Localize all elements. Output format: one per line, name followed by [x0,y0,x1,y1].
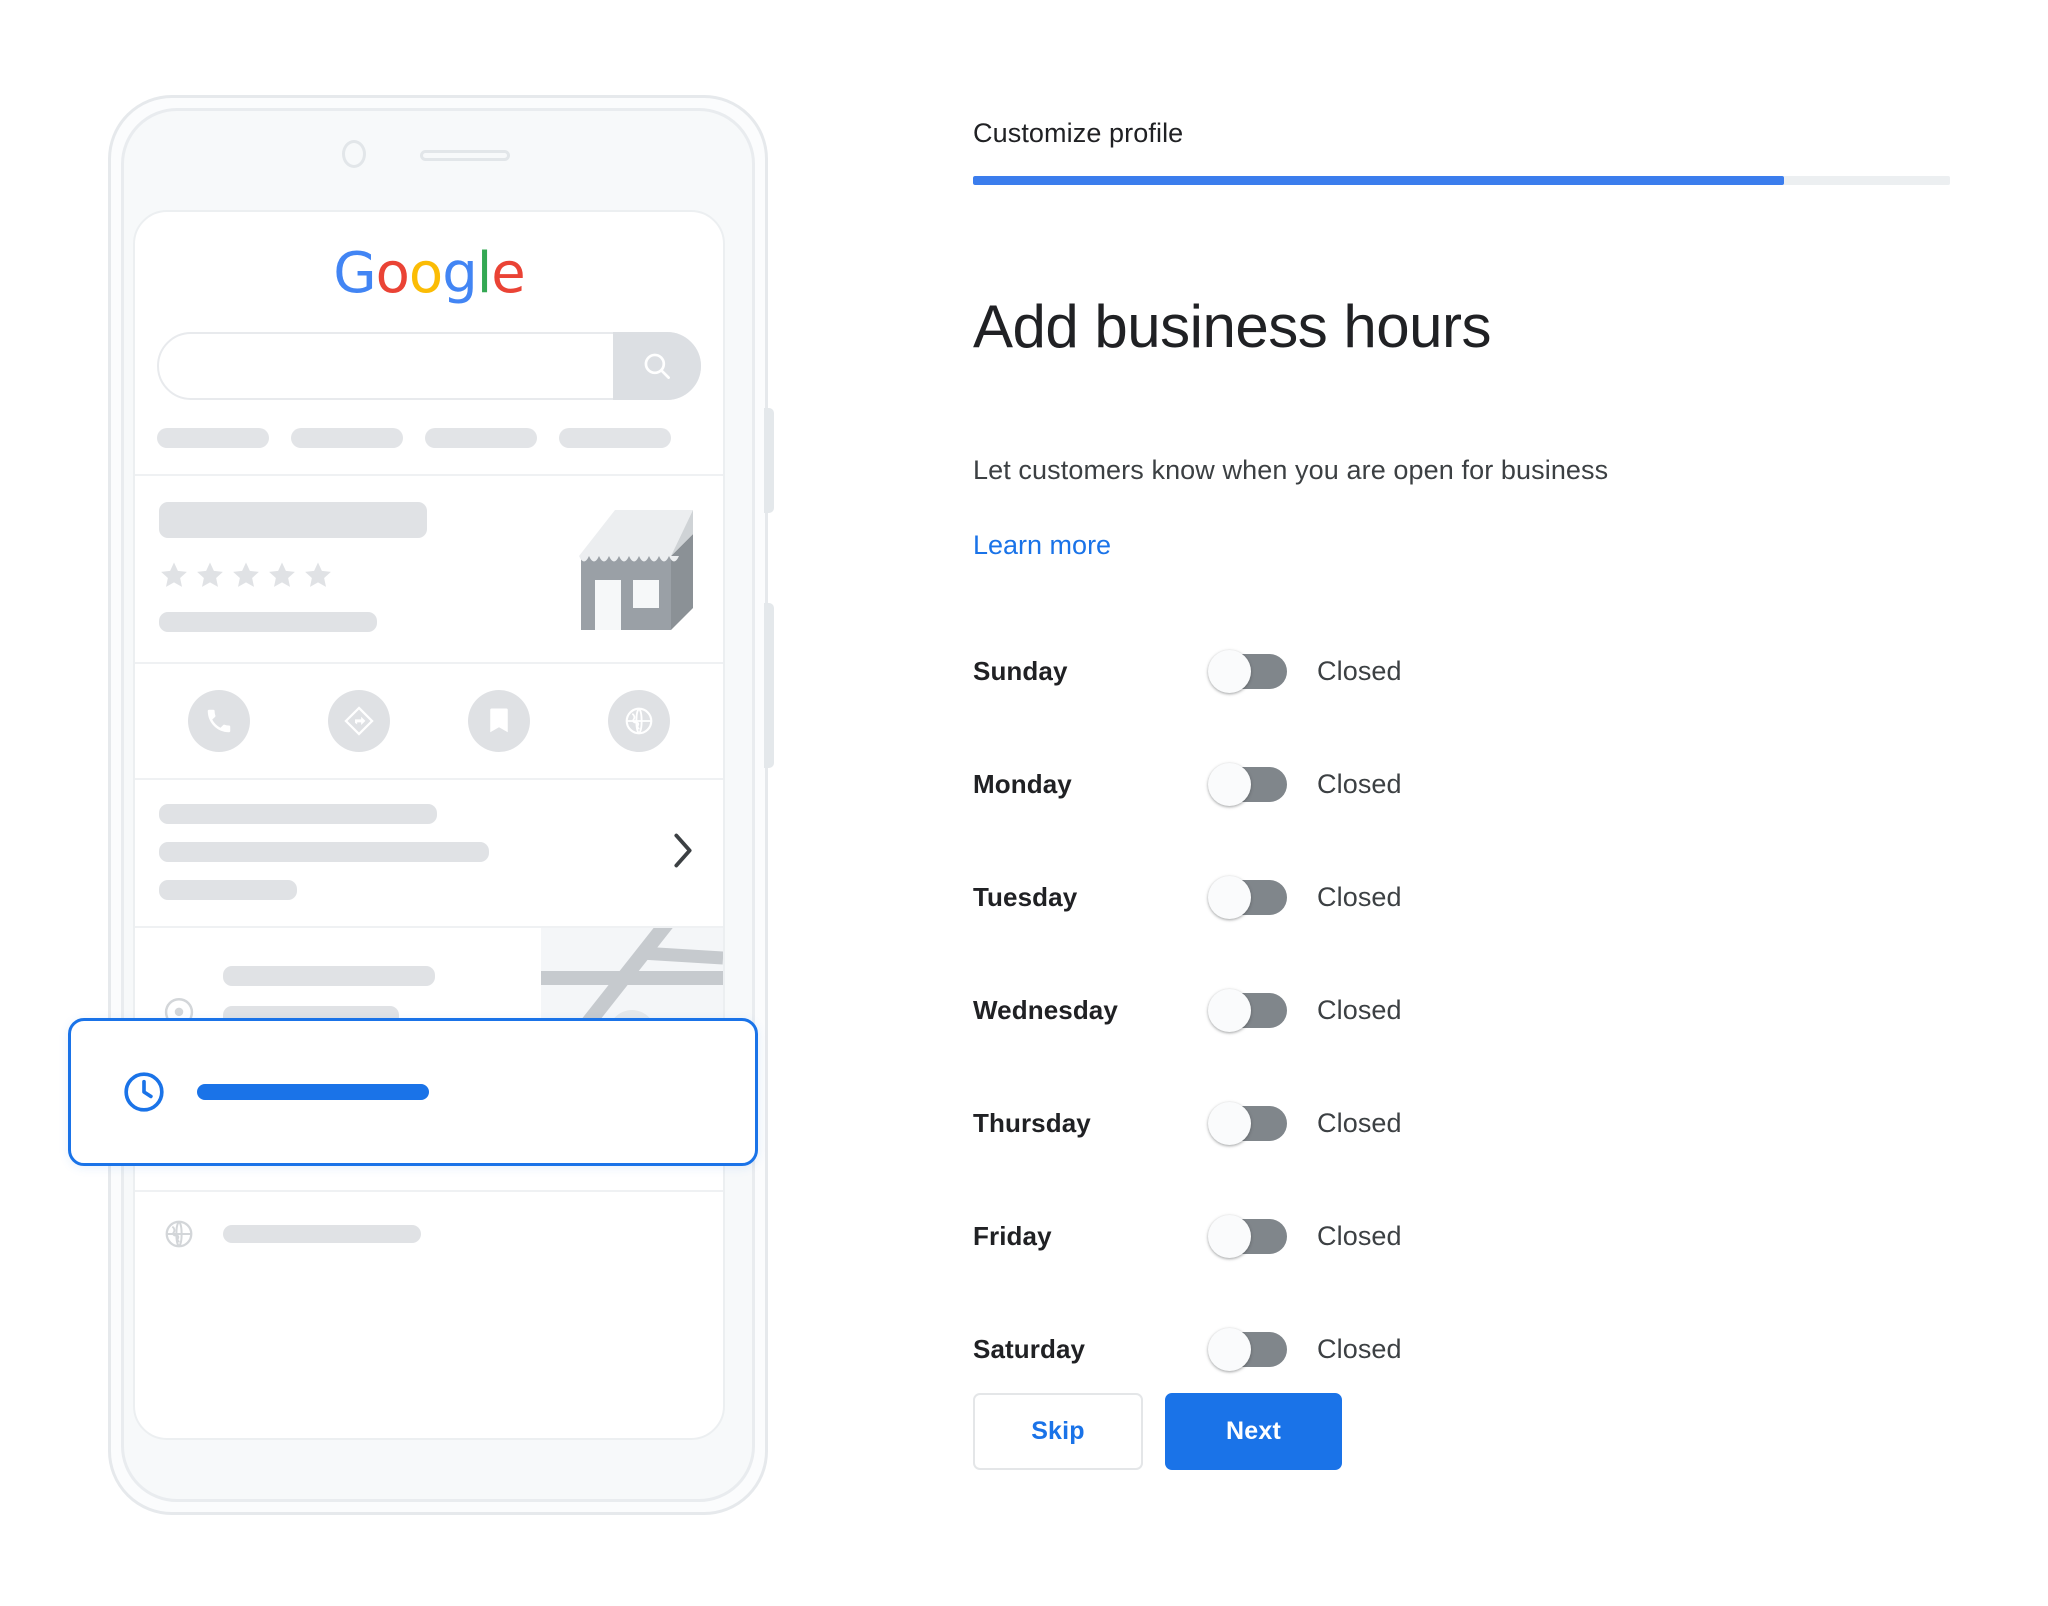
filter-chip[interactable] [559,428,671,448]
day-state-label: Closed [1317,656,1402,686]
phone-frame: Google [108,95,774,1515]
progress-bar [973,176,1950,185]
day-label-thursday: Thursday [973,1108,1091,1138]
website-icon[interactable] [608,690,670,752]
phone-preview-illustration: Google [0,0,960,1606]
clock-icon [121,1069,167,1115]
business-category-placeholder [159,612,377,632]
toggle-knob [1208,650,1251,693]
day-label-wednesday: Wednesday [973,995,1118,1025]
day-state-label: Closed [1317,995,1402,1025]
day-label-friday: Friday [973,1221,1052,1251]
open-toggle-monday[interactable] [1208,763,1287,806]
open-toggle-wednesday[interactable] [1208,989,1287,1032]
toggle-knob [1208,1215,1251,1258]
page-subtitle: Let customers know when you are open for… [973,455,1609,485]
toggle-knob [1208,989,1251,1032]
business-summary-card [135,474,723,662]
search-input[interactable] [157,332,701,400]
open-toggle-friday[interactable] [1208,1215,1287,1258]
open-toggle-tuesday[interactable] [1208,876,1287,919]
business-info-row[interactable] [135,778,723,926]
info-line-placeholder [159,880,297,900]
business-name-placeholder [159,502,427,538]
filter-chip[interactable] [425,428,537,448]
open-toggle-saturday[interactable] [1208,1328,1287,1371]
day-label-tuesday: Tuesday [973,882,1078,912]
toggle-knob [1208,876,1251,919]
day-state-label: Closed [1317,1108,1402,1138]
hours-value-placeholder [197,1084,429,1100]
skip-button[interactable]: Skip [973,1393,1143,1470]
day-label-monday: Monday [973,769,1072,799]
phone-side-button-volume [764,408,774,513]
toggle-knob [1208,763,1251,806]
highlighted-business-hours-card[interactable] [68,1018,758,1166]
address-line-placeholder [223,966,435,986]
website-icon [135,1218,223,1250]
form-actions: Skip Next [973,1393,1342,1470]
day-state-label: Closed [1317,882,1402,912]
day-list: Sunday Closed Monday Closed Tuesday Closed Wed… [973,615,1673,1406]
toggle-knob [1208,1102,1251,1145]
business-hours-form: Customize profile Add business hours Let… [960,0,2048,1606]
day-row: Sunday Closed [973,615,1673,728]
save-icon[interactable] [468,690,530,752]
info-line-placeholder [159,842,489,862]
day-row: Saturday Closed [973,1293,1673,1406]
progress-bar-fill [973,176,1784,185]
day-row: Tuesday Closed [973,841,1673,954]
phone-screen: Google [133,210,725,1440]
day-row: Friday Closed [973,1180,1673,1293]
day-state-label: Closed [1317,1221,1402,1251]
info-line-placeholder [159,804,437,824]
day-state-label: Closed [1317,769,1402,799]
step-label: Customize profile [973,118,1184,148]
open-toggle-thursday[interactable] [1208,1102,1287,1145]
day-label-saturday: Saturday [973,1334,1086,1364]
business-website-row[interactable] [135,1190,723,1276]
filter-chip[interactable] [291,428,403,448]
filter-chip-row [157,428,701,448]
google-logo: Google [333,241,526,306]
next-button[interactable]: Next [1165,1393,1342,1470]
directions-icon[interactable] [328,690,390,752]
website-url-placeholder [223,1225,421,1243]
day-state-label: Closed [1317,1334,1402,1364]
phone-camera-icon [342,140,366,168]
chevron-right-icon[interactable] [671,831,695,876]
open-toggle-sunday[interactable] [1208,650,1287,693]
business-action-row [135,662,723,778]
call-icon[interactable] [188,690,250,752]
search-icon[interactable] [613,332,701,400]
day-row: Wednesday Closed [973,954,1673,1067]
phone-speaker-icon [420,150,510,161]
onboarding-page: Google Customize profile Add business ho… [0,0,2048,1606]
day-label-sunday: Sunday [973,656,1068,686]
day-row: Monday Closed [973,728,1673,841]
toggle-knob [1208,1328,1251,1371]
learn-more-link[interactable]: Learn more [973,530,1111,561]
page-title: Add business hours [973,293,1492,360]
day-row: Thursday Closed [973,1067,1673,1180]
filter-chip[interactable] [157,428,269,448]
phone-side-button-power [764,603,774,768]
storefront-icon [571,500,701,646]
